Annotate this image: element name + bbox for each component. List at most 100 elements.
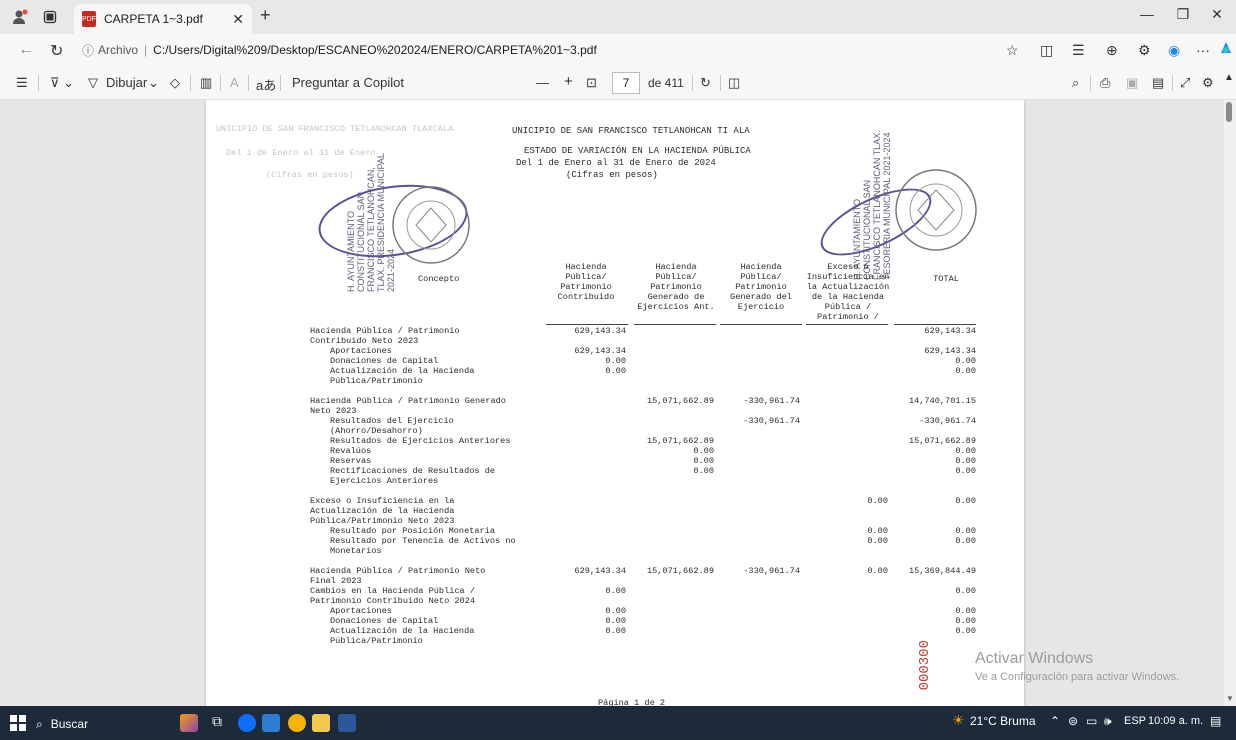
row-value-total: 15,369,844.49: [908, 566, 976, 576]
tab-actions-icon[interactable]: [36, 3, 64, 31]
store-icon[interactable]: [262, 714, 280, 732]
settings-gear-icon[interactable]: ⚙: [1202, 75, 1214, 91]
favorite-star-icon[interactable]: ☆: [1006, 42, 1019, 59]
widgets-icon[interactable]: [180, 714, 198, 732]
tab-title: CARPETA 1~3.pdf: [104, 12, 203, 26]
row-concept: Actualización de la Hacienda: [310, 506, 455, 516]
vertical-scrollbar[interactable]: ▼: [1224, 100, 1236, 706]
row-value-c2: 15,071,662.89: [646, 566, 714, 576]
fullscreen-icon[interactable]: ⤢: [1180, 75, 1190, 91]
search-icon[interactable]: ⌕: [1072, 75, 1079, 91]
row-value-c4: 0.00: [867, 536, 888, 546]
edge-icon[interactable]: ◉: [1168, 42, 1180, 59]
draw-dropdown-icon[interactable]: ⌄: [148, 75, 159, 91]
toolbar-divider: [720, 75, 721, 91]
weather-icon[interactable]: ☀: [952, 712, 965, 729]
profile-icon[interactable]: [6, 3, 34, 31]
info-icon[interactable]: ⓘ: [82, 42, 94, 59]
activate-windows-subtitle: Ve a Configuración para activar Windows.: [975, 671, 1180, 683]
collections-icon[interactable]: ⊕: [1106, 42, 1118, 59]
scrollbar-thumb[interactable]: [1226, 102, 1232, 122]
copilot-icon[interactable]: [1218, 40, 1234, 59]
print-icon[interactable]: ⎙: [1100, 75, 1110, 91]
row-value-c1: 0.00: [605, 356, 626, 366]
page-number-input[interactable]: 7: [612, 72, 640, 94]
volume-icon[interactable]: 🕪: [1104, 714, 1112, 729]
contents-icon[interactable]: ☰: [16, 75, 28, 91]
clock[interactable]: 10:09 a. m.: [1148, 715, 1203, 727]
language-indicator[interactable]: ESP: [1124, 715, 1146, 727]
close-tab-icon[interactable]: ✕: [232, 11, 244, 28]
taskbar-search[interactable]: ⌕ Buscar: [36, 714, 146, 734]
row-value-c4: 0.00: [867, 496, 888, 506]
toolbar-divider: [38, 75, 39, 91]
row-value-c1: 629,143.34: [574, 566, 626, 576]
header-rule: [546, 324, 628, 325]
read-aloud-icon[interactable]: A: [230, 75, 239, 90]
row-value-c2: 0.00: [693, 456, 714, 466]
scroll-down-arrow-icon[interactable]: ▼: [1226, 694, 1234, 703]
row-value-c3: -330,961.74: [743, 416, 800, 426]
weather-text[interactable]: 21°C Bruma: [970, 714, 1036, 728]
highlight-icon[interactable]: ⊽ ⌄: [50, 75, 74, 91]
word-icon[interactable]: [338, 714, 356, 732]
row-concept: Revalúos: [330, 446, 372, 456]
task-view-icon[interactable]: ⧉: [212, 713, 222, 730]
scroll-up-arrow-icon[interactable]: ▲: [1224, 72, 1234, 83]
close-window-button[interactable]: ✕: [1202, 6, 1232, 23]
row-concept: Ejercicios Anteriores: [330, 476, 439, 486]
zoom-in-button[interactable]: +: [564, 73, 573, 90]
url-field[interactable]: ⓘ Archivo | C:/Users/Digital%209/Desktop…: [82, 38, 1002, 62]
rotate-icon[interactable]: ↻: [700, 75, 711, 91]
eraser-icon[interactable]: ◇: [170, 75, 180, 91]
restore-button[interactable]: ❐: [1168, 6, 1198, 23]
row-concept: Donaciones de Capital: [330, 616, 439, 626]
row-value-total: 0.00: [955, 466, 976, 476]
search-icon: ⌕: [36, 716, 43, 731]
row-concept: Final 2023: [310, 576, 362, 586]
report-period: Del 1 de Enero al 31 de Enero de 2024: [516, 158, 716, 168]
row-concept: Donaciones de Capital: [330, 356, 439, 366]
favorites-icon[interactable]: ☰: [1072, 42, 1085, 59]
display-icon[interactable]: ▭: [1086, 714, 1097, 728]
row-value-total: 0.00: [955, 606, 976, 616]
extensions-icon[interactable]: ⚙: [1138, 42, 1151, 59]
folio-number: 000300: [917, 640, 933, 691]
draw-icon[interactable]: ▽: [88, 75, 98, 91]
toolbar-divider: [692, 75, 693, 91]
row-concept: Actualización de la Hacienda: [330, 366, 475, 376]
toolbar-divider: [1090, 75, 1091, 91]
row-value-total: 629,143.34: [924, 326, 976, 336]
row-value-c2: 0.00: [693, 466, 714, 476]
zoom-out-button[interactable]: —: [536, 75, 549, 90]
row-value-total: 0.00: [955, 586, 976, 596]
tab-carpeta[interactable]: PDF CARPETA 1~3.pdf ✕: [74, 4, 252, 34]
refresh-icon[interactable]: ↻: [50, 41, 63, 61]
chrome-icon[interactable]: [288, 714, 306, 732]
ask-copilot-button[interactable]: Preguntar a Copilot: [292, 75, 404, 90]
edge-taskbar-icon[interactable]: [238, 714, 256, 732]
show-hidden-icons[interactable]: ⌃: [1050, 714, 1060, 728]
fit-page-icon[interactable]: ⊡: [586, 75, 597, 91]
two-page-view-icon[interactable]: ◫: [728, 75, 740, 91]
windows-start-icon[interactable]: [10, 715, 26, 734]
header-rule: [634, 324, 716, 325]
save-icon[interactable]: ▣: [1126, 75, 1138, 91]
new-tab-button[interactable]: +: [260, 5, 271, 26]
page-view-icon[interactable]: ▥: [200, 75, 212, 91]
split-screen-icon[interactable]: ◫: [1040, 42, 1053, 59]
pdf-viewer[interactable]: UNICIPIO DE SAN FRANCISCO TETLANOHCAN TL…: [0, 100, 1236, 706]
file-explorer-icon[interactable]: [312, 714, 330, 732]
row-value-c1: 0.00: [605, 366, 626, 376]
minimize-button[interactable]: —: [1132, 6, 1162, 22]
translate-icon[interactable]: aあ: [256, 75, 276, 94]
save-as-icon[interactable]: ▤: [1152, 75, 1164, 91]
row-value-total: 0.00: [955, 446, 976, 456]
row-value-c4: 0.00: [867, 526, 888, 536]
back-arrow-icon[interactable]: ←: [18, 41, 34, 59]
notifications-icon[interactable]: ▤: [1210, 714, 1221, 728]
more-menu-icon[interactable]: ···: [1196, 42, 1210, 58]
draw-button[interactable]: Dibujar: [106, 75, 147, 90]
network-icon[interactable]: ⊜: [1068, 714, 1078, 728]
row-value-total: 0.00: [955, 356, 976, 366]
